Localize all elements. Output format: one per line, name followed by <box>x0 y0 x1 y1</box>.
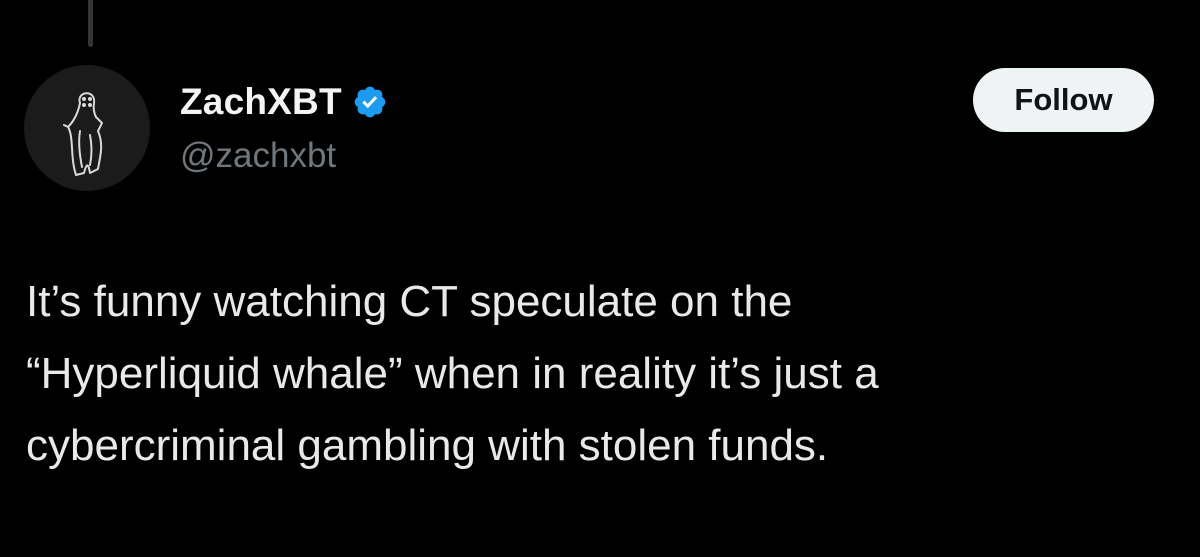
tweet-text-line: “Hyperliquid whale” when in reality it’s… <box>26 349 879 398</box>
author-handle[interactable]: @zachxbt <box>180 136 336 176</box>
author-name-row: ZachXBT <box>180 78 388 126</box>
avatar[interactable] <box>24 65 150 191</box>
thread-connector-line <box>88 0 93 47</box>
author-display-name[interactable]: ZachXBT <box>180 81 342 123</box>
tweet-text-line: cybercriminal gambling with stolen funds… <box>26 421 829 470</box>
ghost-penguin-avatar-icon <box>63 92 103 176</box>
tweet-text-line: It’s funny watching CT speculate on the <box>26 277 793 326</box>
follow-button[interactable]: Follow <box>973 68 1154 132</box>
tweet-text: It’s funny watching CT speculate on the … <box>26 266 1176 482</box>
verified-badge-icon[interactable] <box>352 84 388 120</box>
